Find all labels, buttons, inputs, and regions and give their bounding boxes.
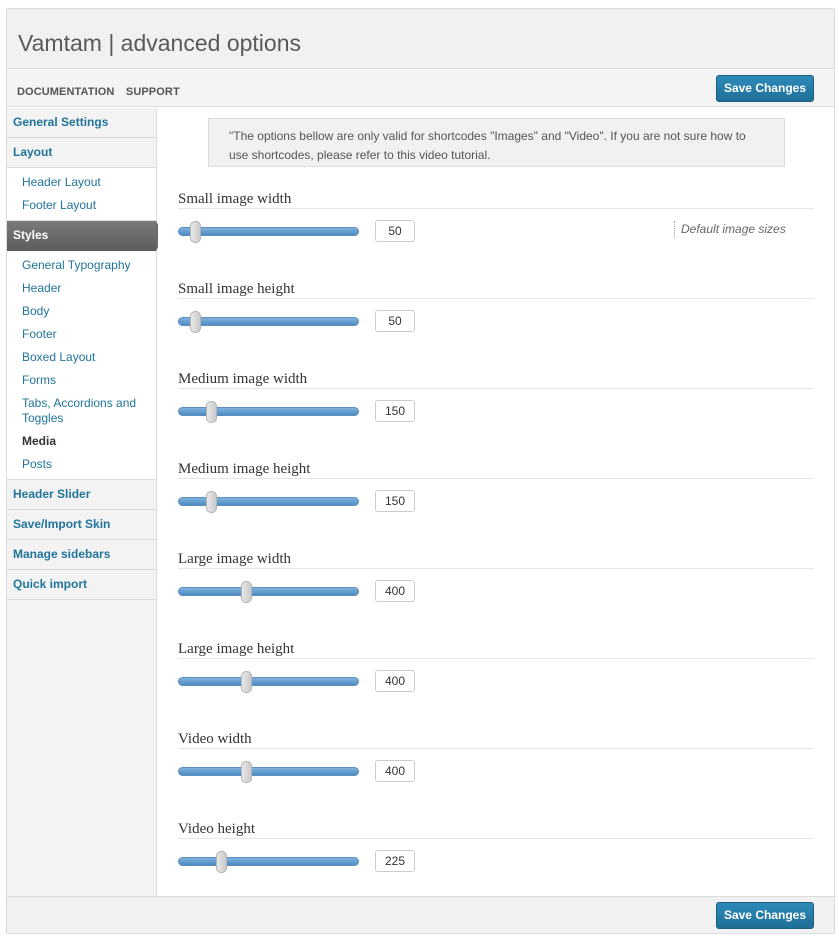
divider bbox=[178, 298, 814, 299]
value-input[interactable]: 50 bbox=[375, 220, 415, 242]
slider-handle[interactable] bbox=[241, 671, 252, 693]
slider-handle[interactable] bbox=[206, 491, 217, 513]
value-input[interactable]: 400 bbox=[375, 670, 415, 692]
divider bbox=[178, 568, 814, 569]
support-link[interactable]: SUPPORT bbox=[126, 86, 180, 98]
option-video-width: Video width 400 bbox=[178, 731, 814, 821]
sidebar-item-general-typography[interactable]: General Typography bbox=[7, 254, 156, 277]
sidebar-group-layout[interactable]: Layout bbox=[7, 138, 156, 168]
slider-handle[interactable] bbox=[190, 311, 201, 333]
sidebar-item-body[interactable]: Body bbox=[7, 300, 156, 323]
documentation-link[interactable]: DOCUMENTATION bbox=[17, 86, 114, 98]
option-label: Video height bbox=[178, 821, 255, 837]
toolbar: DOCUMENTATION SUPPORT Save Changes bbox=[7, 70, 834, 107]
sidebar-group-manage-sidebars[interactable]: Manage sidebars bbox=[7, 540, 156, 570]
option-large-image-height: Large image height 400 bbox=[178, 641, 814, 731]
divider bbox=[178, 748, 814, 749]
sidebar-item-forms[interactable]: Forms bbox=[7, 369, 156, 392]
value-input[interactable]: 150 bbox=[375, 490, 415, 512]
slider-track[interactable] bbox=[178, 227, 359, 236]
toolbar-links: DOCUMENTATION SUPPORT bbox=[17, 82, 187, 100]
page-title: Vamtam | advanced options bbox=[18, 30, 301, 56]
slider-handle[interactable] bbox=[241, 581, 252, 603]
option-medium-image-height: Medium image height 150 bbox=[178, 461, 814, 551]
sidebar-item-header-layout[interactable]: Header Layout bbox=[7, 171, 156, 194]
value-input[interactable]: 400 bbox=[375, 580, 415, 602]
option-label: Small image height bbox=[178, 281, 295, 297]
value-input[interactable]: 150 bbox=[375, 400, 415, 422]
value-input[interactable]: 400 bbox=[375, 760, 415, 782]
option-label: Medium image height bbox=[178, 461, 311, 477]
save-changes-button[interactable]: Save Changes bbox=[715, 75, 814, 102]
divider bbox=[178, 388, 814, 389]
footer-bar: Save Changes bbox=[7, 896, 834, 933]
option-medium-image-width: Medium image width 150 bbox=[178, 371, 814, 461]
slider-track[interactable] bbox=[178, 677, 359, 686]
sidebar-item-footer-layout[interactable]: Footer Layout bbox=[7, 194, 156, 217]
value-input[interactable]: 50 bbox=[375, 310, 415, 332]
option-large-image-width: Large image width 400 bbox=[178, 551, 814, 641]
sidebar-group-general-settings[interactable]: General Settings bbox=[7, 108, 156, 138]
options-panel: Vamtam | advanced options DOCUMENTATION … bbox=[6, 8, 835, 934]
option-label: Small image width bbox=[178, 191, 292, 207]
divider bbox=[178, 208, 814, 209]
options-content: "The options bellow are only valid for s… bbox=[158, 108, 834, 897]
slider-track[interactable] bbox=[178, 587, 359, 596]
option-label: Large image height bbox=[178, 641, 295, 657]
sidebar-nav: General Settings Layout Header Layout Fo… bbox=[7, 108, 164, 897]
shortcode-notice: "The options bellow are only valid for s… bbox=[208, 118, 785, 167]
value-input[interactable]: 225 bbox=[375, 850, 415, 872]
sidebar-group-quick-import[interactable]: Quick import bbox=[7, 570, 156, 600]
title-bar: Vamtam | advanced options bbox=[7, 9, 834, 69]
sidebar-group-styles[interactable]: Styles bbox=[7, 221, 164, 251]
slider-handle[interactable] bbox=[190, 221, 201, 243]
sidebar-group-header-slider[interactable]: Header Slider bbox=[7, 480, 156, 510]
option-label: Medium image width bbox=[178, 371, 308, 387]
slider-track[interactable] bbox=[178, 857, 359, 866]
sidebar-group-save-import-skin[interactable]: Save/Import Skin bbox=[7, 510, 156, 540]
option-label: Large image width bbox=[178, 551, 292, 567]
sidebar-styles-submenu: General Typography Header Body Footer Bo… bbox=[7, 251, 156, 480]
sidebar-item-media[interactable]: Media bbox=[7, 430, 156, 453]
sidebar-layout-submenu: Header Layout Footer Layout bbox=[7, 168, 156, 221]
divider bbox=[178, 658, 814, 659]
slider-handle[interactable] bbox=[216, 851, 227, 873]
sidebar-item-tabs-accordions-toggles[interactable]: Tabs, Accordions and Toggles bbox=[7, 392, 156, 430]
slider-track[interactable] bbox=[178, 767, 359, 776]
slider-track[interactable] bbox=[178, 317, 359, 326]
sidebar-item-boxed-layout[interactable]: Boxed Layout bbox=[7, 346, 156, 369]
option-label: Video width bbox=[178, 731, 252, 747]
slider-handle[interactable] bbox=[206, 401, 217, 423]
option-small-image-height: Small image height 50 bbox=[178, 281, 814, 371]
divider bbox=[178, 838, 814, 839]
slider-handle[interactable] bbox=[241, 761, 252, 783]
option-small-image-width: Small image width 50 Default image sizes bbox=[178, 191, 814, 281]
save-changes-button-bottom[interactable]: Save Changes bbox=[715, 902, 814, 929]
sidebar-item-footer[interactable]: Footer bbox=[7, 323, 156, 346]
option-description: Default image sizes bbox=[674, 221, 786, 237]
divider bbox=[178, 478, 814, 479]
sidebar-item-header[interactable]: Header bbox=[7, 277, 156, 300]
sidebar-item-posts[interactable]: Posts bbox=[7, 453, 156, 476]
